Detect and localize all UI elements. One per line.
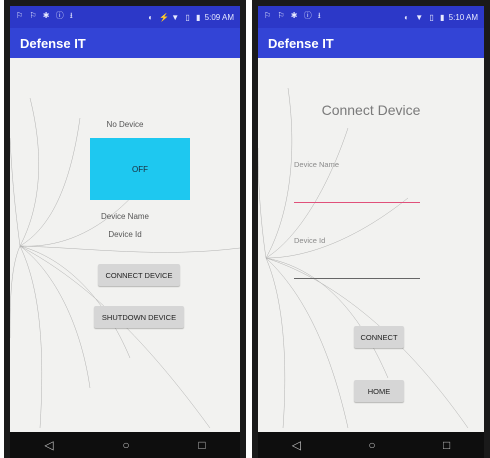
app-title: Defense IT [268,35,334,51]
status-time: 5:09 AM [204,12,234,22]
app-bar: Defense IT [10,28,240,58]
device-name-field-label: Device Name [294,160,340,169]
device-id-input[interactable] [294,278,420,279]
main-screen: No Device OFF Device Name Device Id CONN… [10,58,240,432]
status-time: 5:10 AM [448,12,478,22]
app-bar: Defense IT [258,28,484,58]
connect-screen: Connect Device Device Name Device Id CON… [258,58,484,432]
device-status-label: No Device [106,120,144,129]
screen-title: Connect Device [321,102,421,118]
status-right-icons: ◐ ▼ ▯ ▮ [404,12,447,22]
recents-icon[interactable]: □ [443,438,450,452]
device-id-label: Device Id [108,230,142,239]
status-left-icons: ⚐ ⚐ ✱ ⓘ ⭳ [264,11,323,20]
status-bar: ⚐ ⚐ ✱ ⓘ ⭳ ◐ ▼ ▯ ▮ 5:10 AM [258,6,484,28]
left-phone-screenshot: ⚐ ⚐ ✱ ⓘ ⭳ ◐ ⚡▼ ▯ ▮ 5:09 AM Defense IT No… [4,0,246,458]
power-state-indicator[interactable]: OFF [90,138,190,200]
recents-icon[interactable]: □ [198,438,205,452]
device-name-label: Device Name [100,212,149,221]
app-title: Defense IT [20,35,86,51]
device-id-field-label: Device Id [294,236,326,245]
home-icon[interactable]: ○ [368,438,375,452]
connect-button[interactable]: CONNECT [354,326,404,348]
back-icon[interactable]: ◁ [292,438,301,452]
navigation-bar: ◁ ○ □ [10,432,240,458]
screen-cracks-overlay [10,97,240,429]
connect-device-button[interactable]: CONNECT DEVICE [98,264,180,286]
home-button[interactable]: HOME [354,380,404,402]
right-phone-screenshot: ⚐ ⚐ ✱ ⓘ ⭳ ◐ ▼ ▯ ▮ 5:10 AM Defense IT Con… [252,0,490,458]
status-right-icons: ◐ ⚡▼ ▯ ▮ [148,12,203,22]
shutdown-device-button[interactable]: SHUTDOWN DEVICE [94,306,184,328]
status-left-icons: ⚐ ⚐ ✱ ⓘ ⭳ [16,11,75,20]
status-bar: ⚐ ⚐ ✱ ⓘ ⭳ ◐ ⚡▼ ▯ ▮ 5:09 AM [10,6,240,28]
device-name-input[interactable] [294,202,420,203]
navigation-bar: ◁ ○ □ [258,432,484,458]
home-icon[interactable]: ○ [122,438,129,452]
back-icon[interactable]: ◁ [44,438,53,452]
